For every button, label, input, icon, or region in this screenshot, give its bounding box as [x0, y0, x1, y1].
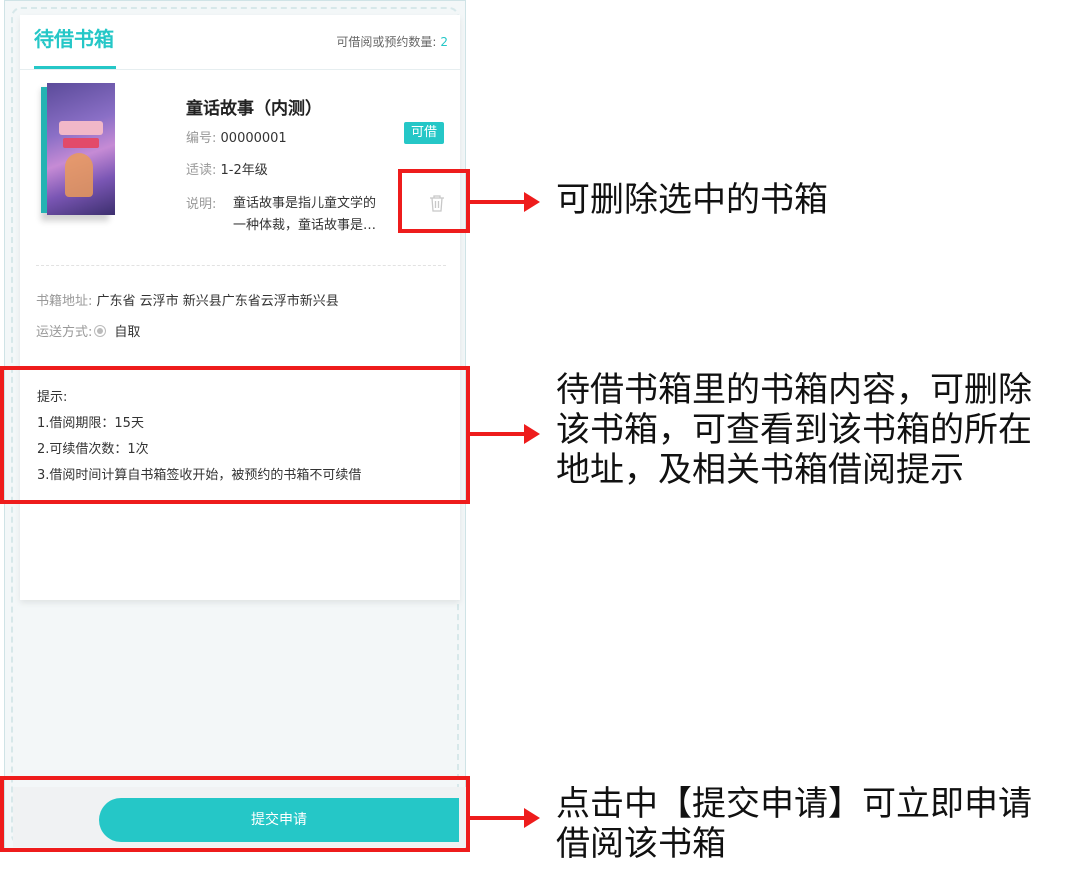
submit-highlight-box [0, 776, 470, 852]
address-value: 广东省 云浮市 新兴县广东省云浮市新兴县 [96, 294, 339, 309]
submit-arrow [470, 808, 540, 828]
submit-annotation: 点击中【提交申请】可立即申请 借阅该书箱 [556, 784, 1032, 864]
delete-arrow [470, 192, 540, 212]
delete-highlight-box [398, 169, 470, 233]
book-cover-image [41, 83, 115, 215]
borrow-count-label: 可借阅或预约数量: [336, 35, 437, 49]
book-title: 童话故事（内测） [186, 99, 322, 119]
content-arrow [470, 424, 540, 444]
book-desc-value: 童话故事是指儿童文学的一种体裁，童话故事是指儿童文学的一种体裁 [233, 196, 377, 233]
book-grade-label: 适读: [186, 163, 217, 178]
book-desc-row: 说明: 童话故事是指儿童文学的一种体裁，童话故事是指儿童文学的一种体裁 [186, 193, 376, 233]
radio-icon[interactable] [94, 324, 107, 337]
address-label: 书籍地址: [36, 294, 93, 309]
book-grade-value: 1-2年级 [220, 163, 268, 178]
content-highlight-box [0, 366, 470, 504]
book-code-row: 编号: 00000001 [186, 127, 287, 146]
shipping-option[interactable]: 自取 [114, 321, 140, 340]
card-header: 待借书箱 可借阅或预约数量: 2 [20, 15, 460, 70]
divider [36, 265, 446, 266]
content-annotation-line: 地址，及相关书箱借阅提示 [556, 450, 964, 490]
content-annotation-line: 待借书箱里的书箱内容，可删除 [556, 370, 1032, 410]
book-desc-label: 说明: [186, 197, 217, 212]
book-code-label: 编号: [186, 131, 217, 146]
tab-active-indicator [34, 66, 116, 69]
submit-annotation-line: 借阅该书箱 [556, 824, 726, 864]
content-annotation: 待借书箱里的书箱内容，可删除 该书箱，可查看到该书箱的所在 地址，及相关书箱借阅… [556, 370, 1032, 490]
status-badge: 可借 [404, 122, 444, 144]
borrow-count-value: 2 [440, 35, 448, 49]
book-address-row: 书籍地址: 广东省 云浮市 新兴县广东省云浮市新兴县 [36, 290, 339, 309]
shipping-row: 运送方式: 自取 [36, 321, 140, 340]
borrow-count: 可借阅或预约数量: 2 [336, 33, 448, 50]
delete-annotation: 可删除选中的书箱 [556, 180, 828, 220]
content-annotation-line: 该书箱，可查看到该书箱的所在 [556, 410, 1032, 450]
submit-annotation-line: 点击中【提交申请】可立即申请 [556, 784, 1032, 824]
book-grade-row: 适读: 1-2年级 [186, 159, 268, 178]
book-code-value: 00000001 [220, 131, 287, 146]
shipping-label: 运送方式: [36, 325, 93, 340]
tab-pending-box[interactable]: 待借书箱 [34, 23, 114, 52]
